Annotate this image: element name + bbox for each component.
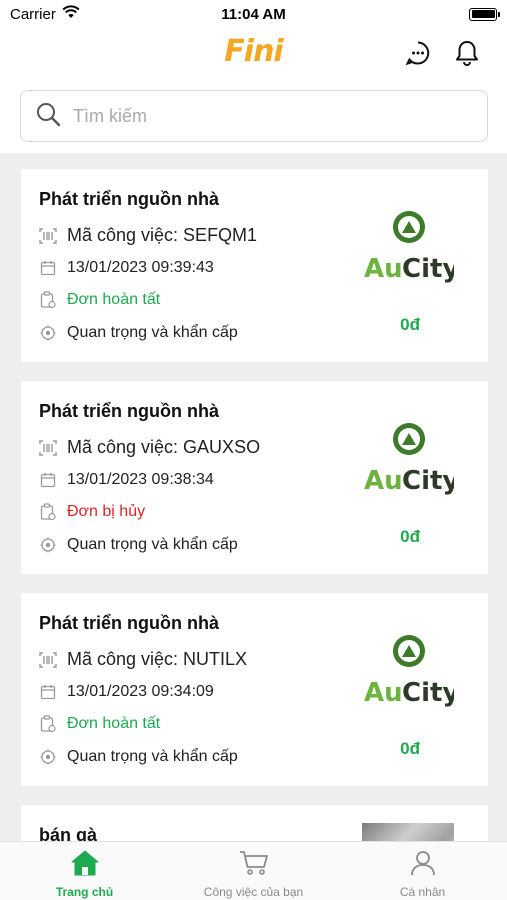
clipboard-icon bbox=[39, 715, 57, 733]
aucity-logo: Au City bbox=[364, 205, 459, 285]
tab-profile[interactable]: Cá nhân bbox=[338, 842, 507, 900]
task-price: 0đ bbox=[400, 739, 420, 758]
wifi-icon bbox=[62, 5, 80, 23]
task-status: Đơn hoàn tất bbox=[67, 715, 161, 732]
task-code: Mã công việc: NUTILX bbox=[67, 649, 248, 669]
svg-text:City: City bbox=[402, 678, 454, 708]
task-priority-row: Quan trọng và khẩn cấp bbox=[39, 748, 238, 766]
target-icon bbox=[39, 536, 57, 554]
aucity-logo: Au City bbox=[364, 629, 459, 709]
task-priority-row: Quan trọng và khẩn cấp bbox=[39, 324, 238, 342]
task-code: Mã công việc: GAUXSO bbox=[67, 437, 261, 457]
task-card[interactable]: Phát triển nguồn nhà Mã công việc: NUTIL… bbox=[21, 593, 488, 786]
task-price: 0đ bbox=[400, 315, 420, 334]
barcode-icon bbox=[39, 227, 57, 245]
barcode-icon bbox=[39, 439, 57, 457]
task-code-row: Mã công việc: NUTILX bbox=[39, 649, 247, 670]
clipboard-icon bbox=[39, 291, 57, 309]
task-priority: Quan trọng và khẩn cấp bbox=[67, 748, 238, 765]
task-status-row: Đơn bị hủy bbox=[39, 503, 145, 521]
task-title: bán gà bbox=[39, 825, 98, 841]
tab-label: Trang chủ bbox=[55, 885, 114, 899]
task-priority-row: Quan trọng và khẩn cấp bbox=[39, 536, 238, 554]
svg-text:City: City bbox=[402, 466, 454, 496]
svg-text:Au: Au bbox=[364, 466, 403, 496]
tab-label: Cá nhân bbox=[399, 885, 446, 899]
task-priority: Quan trọng và khẩn cấp bbox=[67, 324, 238, 341]
status-bar: Carrier 11:04 AM bbox=[0, 0, 507, 28]
task-datetime: 13/01/2023 09:34:09 bbox=[67, 683, 214, 700]
task-photo bbox=[362, 823, 454, 841]
task-date-row: 13/01/2023 09:38:34 bbox=[39, 471, 214, 489]
task-code: Mã công việc: SEFQM1 bbox=[67, 225, 258, 245]
aucity-logo: Au City bbox=[364, 417, 459, 497]
battery-icon bbox=[469, 7, 500, 21]
task-status: Đơn hoàn tất bbox=[67, 291, 161, 308]
calendar-icon bbox=[39, 683, 57, 701]
svg-text:Au: Au bbox=[364, 678, 403, 708]
calendar-icon bbox=[39, 259, 57, 277]
task-status-row: Đơn hoàn tất bbox=[39, 715, 160, 733]
search-input[interactable]: Tìm kiếm bbox=[20, 90, 488, 142]
target-icon bbox=[39, 748, 57, 766]
task-title: Phát triển nguồn nhà bbox=[39, 401, 219, 421]
task-priority: Quan trọng và khẩn cấp bbox=[67, 536, 238, 553]
task-date-row: 13/01/2023 09:39:43 bbox=[39, 259, 214, 277]
task-card[interactable]: bán gà bbox=[21, 805, 488, 841]
home-icon bbox=[71, 850, 99, 881]
task-code-row: Mã công việc: GAUXSO bbox=[39, 437, 260, 458]
app-logo: Fini bbox=[224, 34, 283, 69]
task-code-row: Mã công việc: SEFQM1 bbox=[39, 225, 257, 246]
tab-label: Công việc của bạn bbox=[203, 885, 304, 899]
target-icon bbox=[39, 324, 57, 342]
app-header: Fini bbox=[0, 28, 507, 80]
search-icon bbox=[35, 101, 61, 132]
task-list[interactable]: Phát triển nguồn nhà Mã công việc: SEFQM… bbox=[0, 153, 507, 841]
task-title: Phát triển nguồn nhà bbox=[39, 189, 219, 209]
task-title: Phát triển nguồn nhà bbox=[39, 613, 219, 633]
clipboard-icon bbox=[39, 503, 57, 521]
bell-icon[interactable] bbox=[452, 38, 482, 68]
task-datetime: 13/01/2023 09:39:43 bbox=[67, 259, 214, 276]
chat-icon[interactable] bbox=[403, 38, 433, 68]
task-datetime: 13/01/2023 09:38:34 bbox=[67, 471, 214, 488]
svg-text:Au: Au bbox=[364, 254, 403, 284]
cart-icon bbox=[239, 850, 269, 881]
task-status-row: Đơn hoàn tất bbox=[39, 291, 160, 309]
calendar-icon bbox=[39, 471, 57, 489]
tab-home[interactable]: Trang chủ bbox=[0, 842, 169, 900]
barcode-icon bbox=[39, 651, 57, 669]
task-card[interactable]: Phát triển nguồn nhà Mã công việc: GAUXS… bbox=[21, 381, 488, 574]
bottom-tab-bar: Trang chủ Công việc của bạn Cá nhân bbox=[0, 841, 507, 900]
tab-your-tasks[interactable]: Công việc của bạn bbox=[169, 842, 338, 900]
task-price: 0đ bbox=[400, 527, 420, 546]
carrier-label: Carrier bbox=[10, 5, 56, 23]
task-card[interactable]: Phát triển nguồn nhà Mã công việc: SEFQM… bbox=[21, 169, 488, 362]
search-placeholder: Tìm kiếm bbox=[73, 105, 147, 126]
task-status: Đơn bị hủy bbox=[67, 503, 146, 520]
task-date-row: 13/01/2023 09:34:09 bbox=[39, 683, 214, 701]
svg-text:City: City bbox=[402, 254, 454, 284]
user-icon bbox=[410, 850, 436, 881]
